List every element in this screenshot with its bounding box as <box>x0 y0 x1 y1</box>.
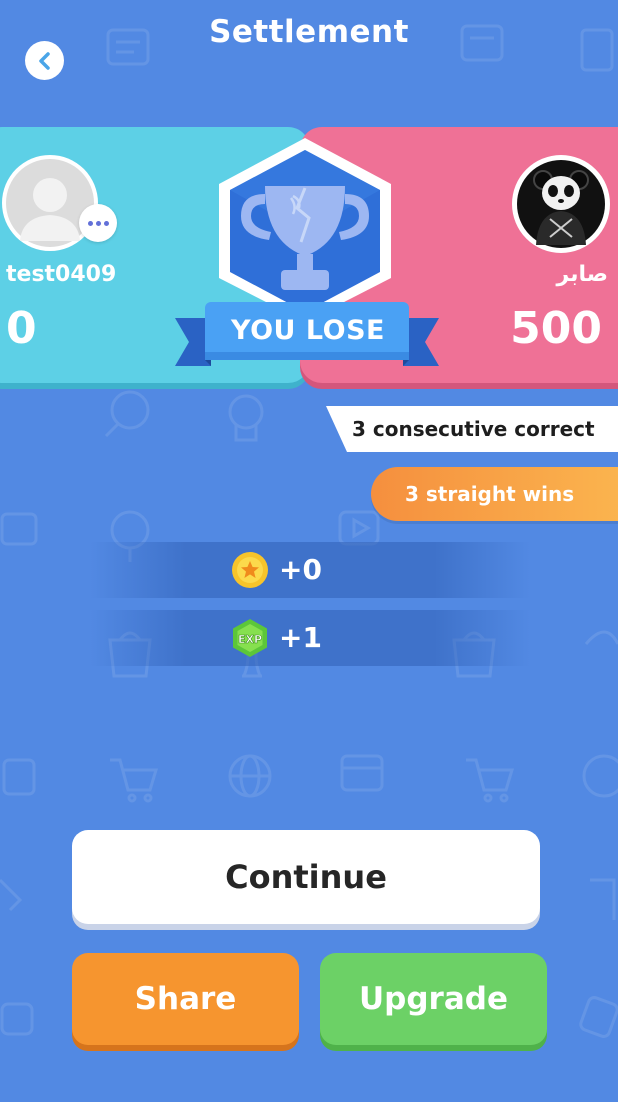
player-score-right: 500 <box>510 303 602 354</box>
dot <box>103 220 109 226</box>
exp-icon: EXP <box>233 619 267 657</box>
chat-button[interactable] <box>79 204 117 242</box>
chevron-left-icon <box>38 51 50 70</box>
panda-avatar-icon <box>517 160 605 248</box>
reward-exp-value: +1 <box>279 621 322 654</box>
reward-row-coins: +0 <box>90 542 530 598</box>
trophy-icon <box>219 138 391 322</box>
share-button[interactable]: Share <box>72 953 299 1045</box>
upgrade-button[interactable]: Upgrade <box>320 953 547 1045</box>
page-title: Settlement <box>209 14 409 50</box>
dot <box>95 220 101 226</box>
reward-coins-value: +0 <box>279 553 322 586</box>
continue-button[interactable]: Continue <box>72 830 540 924</box>
achievement-straight-wins: 3 straight wins <box>371 467 618 521</box>
achievement-consecutive-correct: 3 consecutive correct <box>326 406 618 452</box>
reward-row-exp: EXP +1 <box>90 610 530 666</box>
back-button[interactable] <box>25 41 64 80</box>
result-label: YOU LOSE <box>231 314 385 346</box>
player-score-left: 0 <box>6 303 37 354</box>
dot <box>87 220 93 226</box>
avatar-right[interactable] <box>512 155 610 253</box>
default-user-avatar-icon <box>6 159 94 247</box>
player-name-right: صابر <box>556 262 608 287</box>
player-name-left: test0409 <box>6 262 117 287</box>
svg-text:EXP: EXP <box>238 633 262 646</box>
coin-star-icon <box>232 552 268 588</box>
avatar-left[interactable] <box>2 155 98 251</box>
